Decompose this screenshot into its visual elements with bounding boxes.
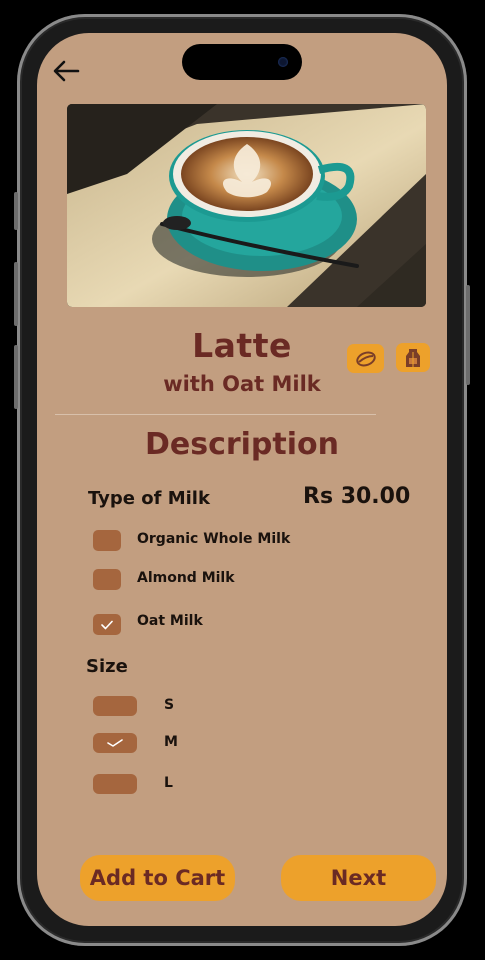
size-option-s[interactable] bbox=[93, 696, 137, 716]
mute-switch bbox=[14, 192, 18, 230]
size-label: Size bbox=[86, 656, 128, 677]
checkbox-organic-whole-milk[interactable] bbox=[93, 530, 121, 551]
size-option-label: L bbox=[164, 775, 173, 791]
volume-down-button bbox=[14, 345, 18, 409]
coffee-bean-icon bbox=[355, 351, 376, 366]
product-image bbox=[67, 104, 426, 307]
divider bbox=[55, 414, 376, 415]
product-variant: with Oat Milk bbox=[163, 372, 321, 396]
dynamic-island bbox=[182, 44, 302, 80]
milk-type-label: Type of Milk bbox=[88, 488, 210, 509]
volume-up-button bbox=[14, 262, 18, 326]
checkbox-almond-milk[interactable] bbox=[93, 569, 121, 590]
checkmark-icon bbox=[107, 739, 123, 747]
arrow-left-icon bbox=[53, 60, 80, 82]
next-button[interactable]: Next bbox=[281, 855, 436, 901]
size-option-label: S bbox=[164, 697, 175, 713]
coffee-bean-button[interactable] bbox=[347, 344, 384, 373]
product-name: Latte bbox=[192, 326, 292, 365]
app-screen: Latte with Oat Milk Description Type of … bbox=[37, 33, 447, 926]
checkmark-icon bbox=[101, 620, 113, 629]
size-option-label: M bbox=[164, 734, 178, 750]
add-to-cart-button[interactable]: Add to Cart bbox=[80, 855, 235, 901]
description-title: Description bbox=[144, 427, 340, 462]
size-option-l[interactable] bbox=[93, 774, 137, 794]
milk-carton-icon bbox=[406, 348, 420, 367]
milk-carton-button[interactable] bbox=[396, 343, 430, 372]
option-label: Organic Whole Milk bbox=[137, 531, 291, 547]
size-option-m[interactable] bbox=[93, 733, 137, 753]
price: Rs 30.00 bbox=[303, 484, 411, 509]
front-camera bbox=[278, 57, 288, 67]
option-label: Oat Milk bbox=[137, 613, 203, 629]
power-button bbox=[466, 285, 470, 385]
back-button[interactable] bbox=[51, 59, 83, 83]
option-label: Almond Milk bbox=[137, 570, 235, 586]
checkbox-oat-milk[interactable] bbox=[93, 614, 121, 635]
